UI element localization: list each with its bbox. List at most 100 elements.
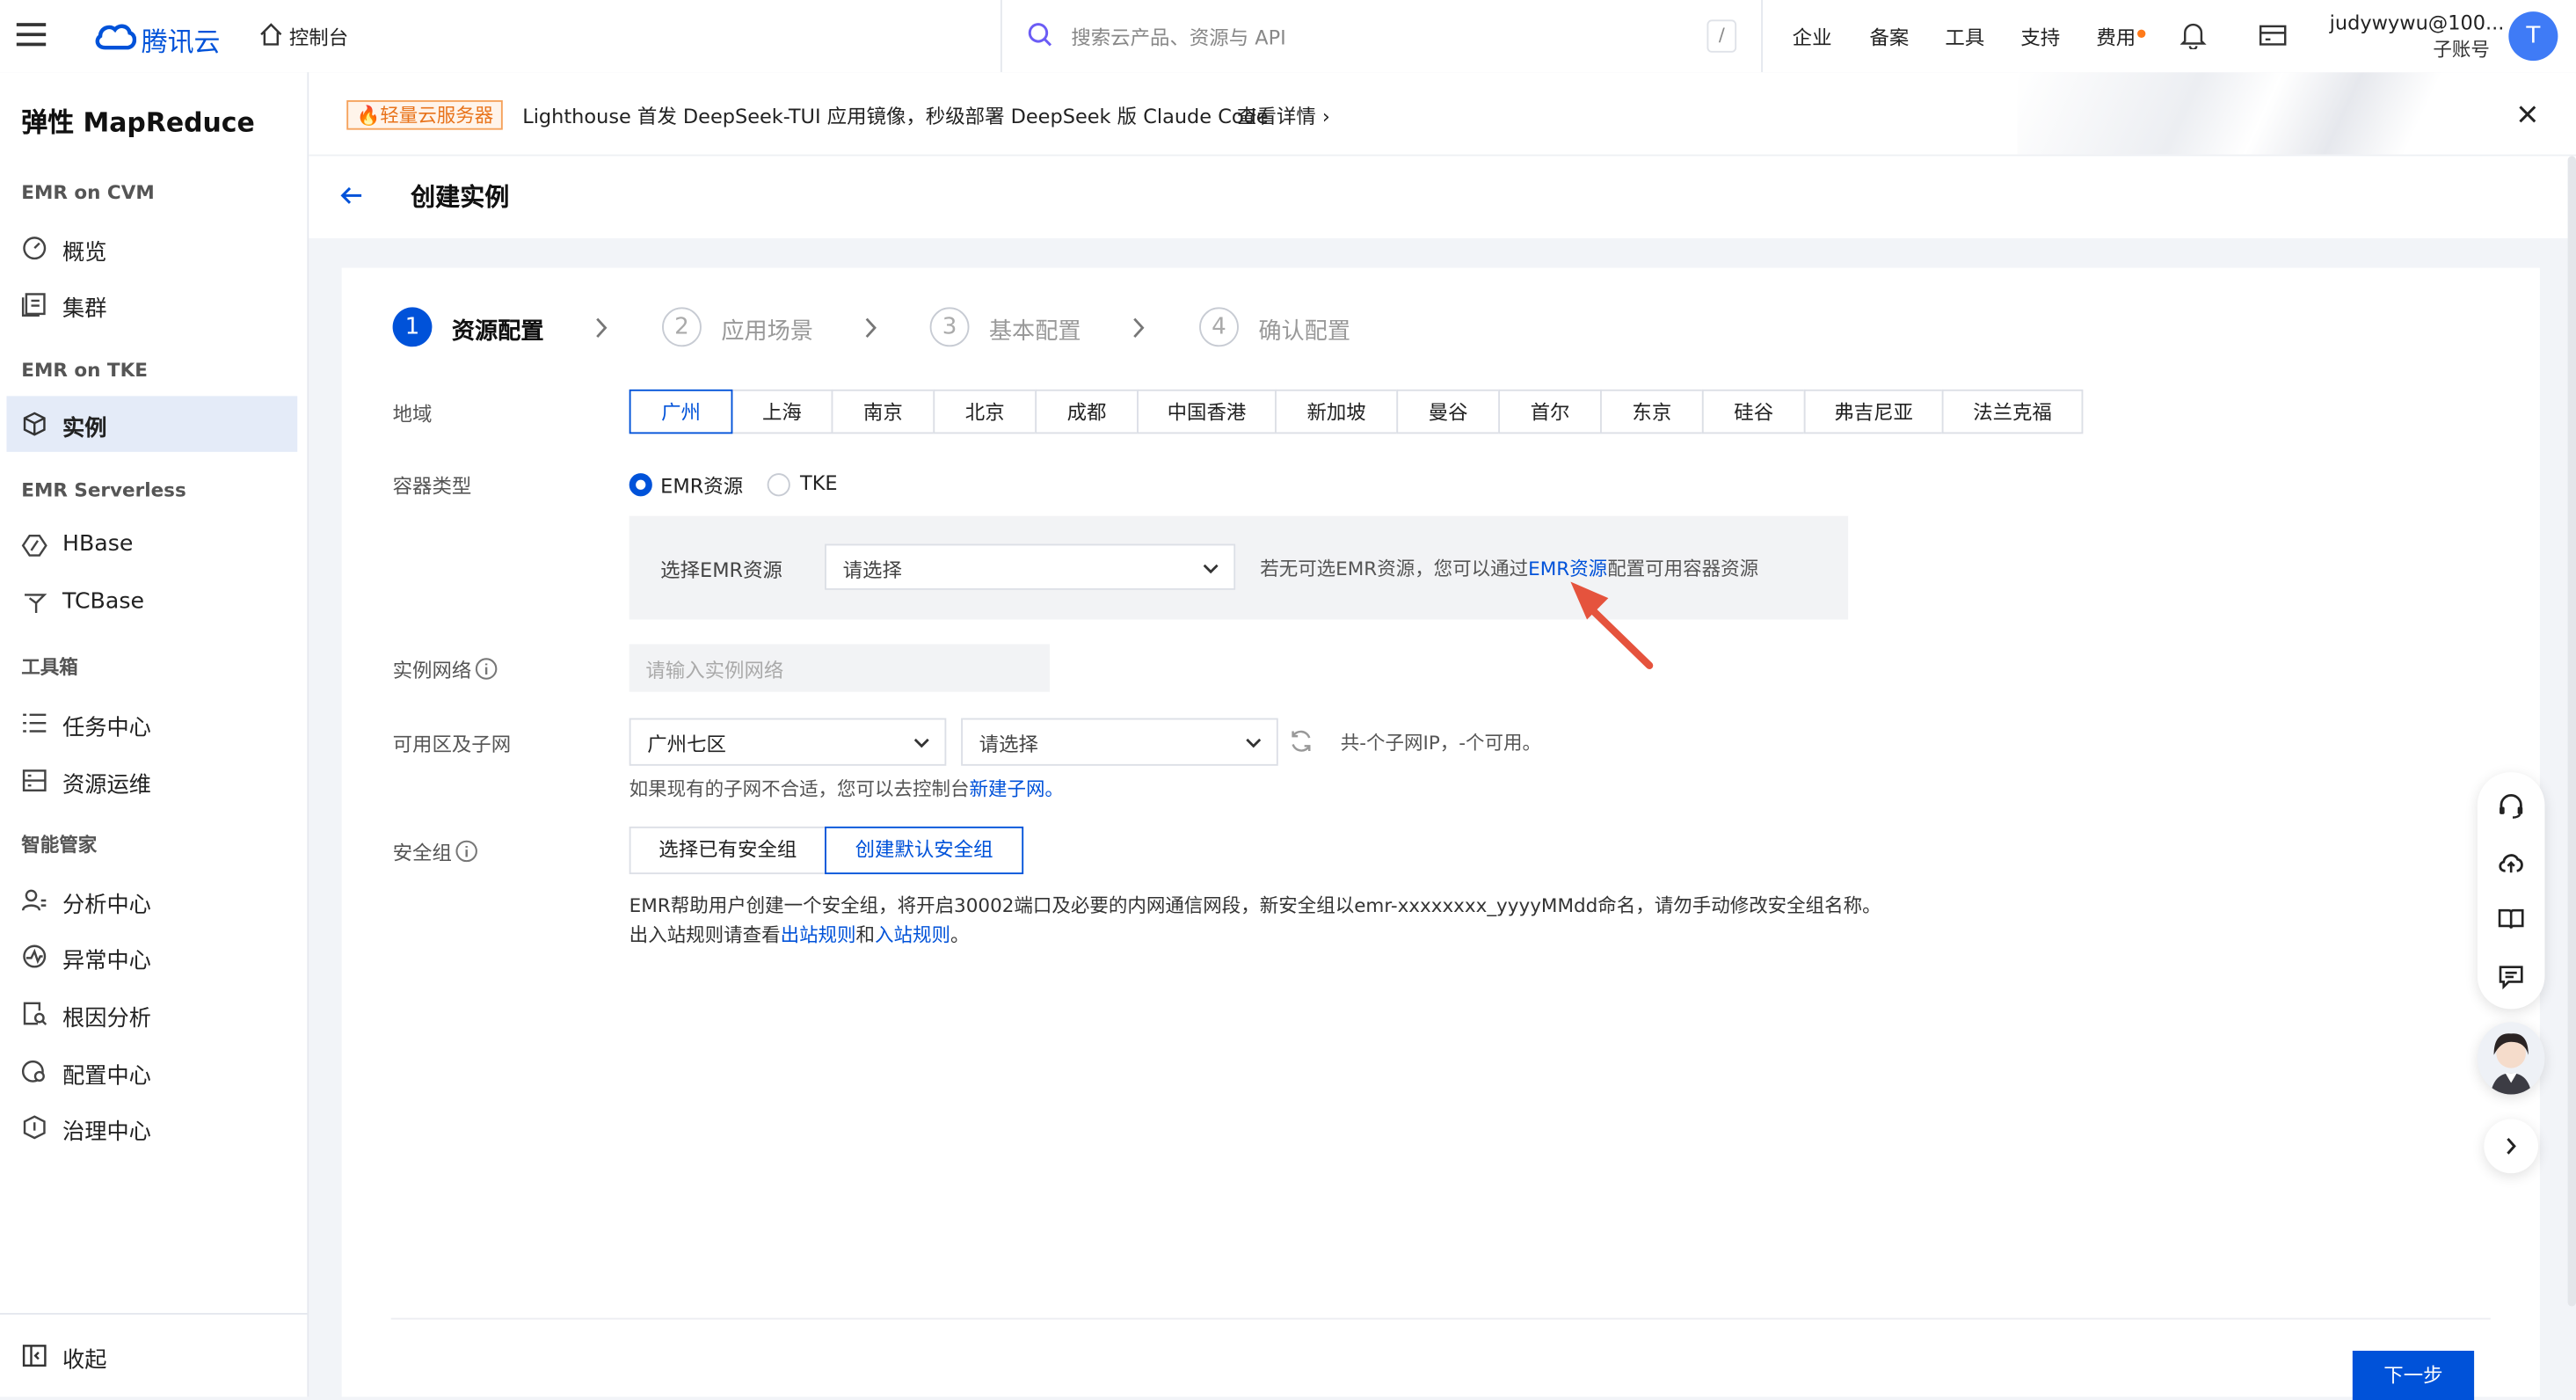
sidebar-group-emr-on-tke: EMR on TKE <box>21 358 148 382</box>
sidebar-item-root-cause[interactable]: 根因分析 <box>6 986 297 1042</box>
sidebar-item-label: 异常中心 <box>62 948 151 975</box>
bell-icon[interactable] <box>2179 21 2207 50</box>
sidebar-item-cluster[interactable]: 集群 <box>6 276 297 332</box>
region-virginia[interactable]: 弗吉尼亚 <box>1803 389 1944 434</box>
step-2-label[interactable]: 应用场景 <box>721 314 813 346</box>
sidebar-item-label: 配置中心 <box>62 1062 151 1090</box>
nav-filing[interactable]: 备案 <box>1869 23 1909 51</box>
sidebar-item-label: 任务中心 <box>62 714 151 741</box>
sidebar-item-overview[interactable]: 概览 <box>6 220 297 276</box>
radio-tke-label[interactable]: TKE <box>800 471 838 494</box>
nav-support[interactable]: 支持 <box>2020 23 2060 51</box>
sidebar-item-governance-center[interactable]: 治理中心 <box>6 1099 297 1156</box>
cluster-icon <box>21 291 47 317</box>
region-nanjing[interactable]: 南京 <box>831 389 935 434</box>
logo-text[interactable]: 腾讯云 <box>142 19 221 59</box>
search-icon[interactable] <box>1027 21 1053 47</box>
network-input-placeholder: 请输入实例网络 <box>645 659 784 682</box>
search-input[interactable]: 搜索云产品、资源与 API <box>1071 23 1285 51</box>
step-3-label[interactable]: 基本配置 <box>989 314 1081 346</box>
refresh-icon[interactable] <box>1288 728 1314 755</box>
banner-tag[interactable]: 🔥轻量云服务器 <box>346 99 504 130</box>
sidebar-collapse-button[interactable]: 收起 <box>6 1328 297 1384</box>
next-step-button[interactable]: 下一步 <box>2352 1350 2475 1400</box>
create-subnet-link[interactable]: 新建子网。 <box>969 777 1063 800</box>
sidebar-item-instance[interactable]: 实例 <box>6 396 298 452</box>
book-icon[interactable] <box>2497 906 2525 934</box>
tencent-cloud-logo-icon[interactable] <box>94 19 137 52</box>
region-seoul[interactable]: 首尔 <box>1498 389 1602 434</box>
step-1-number: 1 <box>392 307 433 347</box>
emr-resource-select[interactable]: 请选择 <box>825 543 1236 590</box>
select-value: 请选择 <box>979 733 1038 756</box>
region-silicon-valley[interactable]: 硅谷 <box>1701 389 1806 434</box>
console-link[interactable]: 控制台 <box>289 23 348 51</box>
step-4-label[interactable]: 确认配置 <box>1258 314 1350 346</box>
back-arrow-icon[interactable] <box>340 186 363 205</box>
subnet-hint: 如果现有的子网不合适，您可以去控制台新建子网。 <box>629 776 1064 802</box>
sidebar-item-anomaly-center[interactable]: 异常中心 <box>6 929 297 985</box>
user-analysis-icon <box>21 887 47 914</box>
banner-details-link[interactable]: 查看详情 › <box>1237 102 1330 130</box>
select-existing-security-group-button[interactable]: 选择已有安全组 <box>629 826 826 875</box>
region-bangkok[interactable]: 曼谷 <box>1396 389 1501 434</box>
radio-tke[interactable] <box>767 473 790 497</box>
ai-assistant-avatar[interactable] <box>2477 1022 2545 1095</box>
info-icon[interactable] <box>455 840 478 863</box>
sidebar-item-label: 分析中心 <box>62 892 151 919</box>
headset-icon[interactable] <box>2497 792 2525 820</box>
sidebar-item-task-center[interactable]: 任务中心 <box>6 695 297 751</box>
region-beijing[interactable]: 北京 <box>933 389 1037 434</box>
sidebar-item-config-center[interactable]: 配置中心 <box>6 1044 297 1100</box>
search-doc-icon <box>21 1001 47 1027</box>
sidebar-item-label: 集群 <box>62 295 107 323</box>
sidebar-item-analysis-center[interactable]: 分析中心 <box>6 872 297 929</box>
avatar[interactable]: T <box>2508 11 2558 62</box>
chevron-down-icon <box>1201 558 1220 578</box>
nav-tools[interactable]: 工具 <box>1945 23 1984 51</box>
radio-emr-resource-label[interactable]: EMR资源 <box>660 471 743 499</box>
alert-icon <box>21 944 47 970</box>
user-name[interactable]: judywywu@100... <box>2330 11 2505 34</box>
scrollbar[interactable] <box>2567 156 2576 1307</box>
subnet-select[interactable]: 请选择 <box>961 718 1278 766</box>
security-note-and: 和 <box>855 923 876 947</box>
step-4-number: 4 <box>1199 307 1239 347</box>
create-default-security-group-button[interactable]: 创建默认安全组 <box>825 826 1024 875</box>
region-chengdu[interactable]: 成都 <box>1035 389 1139 434</box>
close-icon[interactable] <box>2519 106 2537 124</box>
network-input[interactable]: 请输入实例网络 <box>629 644 1051 692</box>
region-tokyo[interactable]: 东京 <box>1600 389 1704 434</box>
chevron-down-icon <box>1244 733 1263 752</box>
cart-icon[interactable] <box>2259 23 2287 47</box>
sidebar-item-label: 实例 <box>62 415 107 442</box>
nav-billing[interactable]: 费用 <box>2096 23 2136 51</box>
sidebar-item-tcbase[interactable]: TCBase <box>6 575 297 631</box>
step-1-label[interactable]: 资源配置 <box>452 314 544 346</box>
feedback-icon[interactable] <box>2497 963 2525 991</box>
region-hongkong[interactable]: 中国香港 <box>1137 389 1277 434</box>
region-guangzhou[interactable]: 广州 <box>629 389 733 434</box>
info-icon[interactable] <box>475 657 498 680</box>
region-frankfurt[interactable]: 法兰克福 <box>1941 389 2084 434</box>
region-singapore[interactable]: 新加坡 <box>1275 389 1399 434</box>
inbound-rules-link[interactable]: 入站规则 <box>875 923 950 946</box>
zone-select[interactable]: 广州七区 <box>629 718 947 766</box>
outbound-rules-link[interactable]: 出站规则 <box>781 923 856 946</box>
expand-panel-button[interactable] <box>2484 1119 2538 1174</box>
step-3-number: 3 <box>929 307 970 347</box>
sidebar-item-resource-ops[interactable]: 资源运维 <box>6 753 297 809</box>
banner-text: Lighthouse 首发 DeepSeek-TUI 应用镜像，秒级部署 Dee… <box>522 105 1269 128</box>
chevron-down-icon <box>912 733 931 752</box>
region-shanghai[interactable]: 上海 <box>731 389 833 434</box>
home-icon[interactable] <box>259 23 282 46</box>
menu-icon[interactable] <box>16 21 47 47</box>
nav-enterprise[interactable]: 企业 <box>1793 23 1832 51</box>
cloud-upload-icon[interactable] <box>2497 848 2525 876</box>
sidebar-item-hbase[interactable]: HBase <box>6 518 297 574</box>
radio-emr-resource[interactable] <box>629 473 652 497</box>
dashboard-icon <box>21 235 47 261</box>
sidebar-group-emr-serverless: EMR Serverless <box>21 478 186 501</box>
billing-dot-badge <box>2137 29 2146 38</box>
shield-icon <box>21 1114 47 1141</box>
